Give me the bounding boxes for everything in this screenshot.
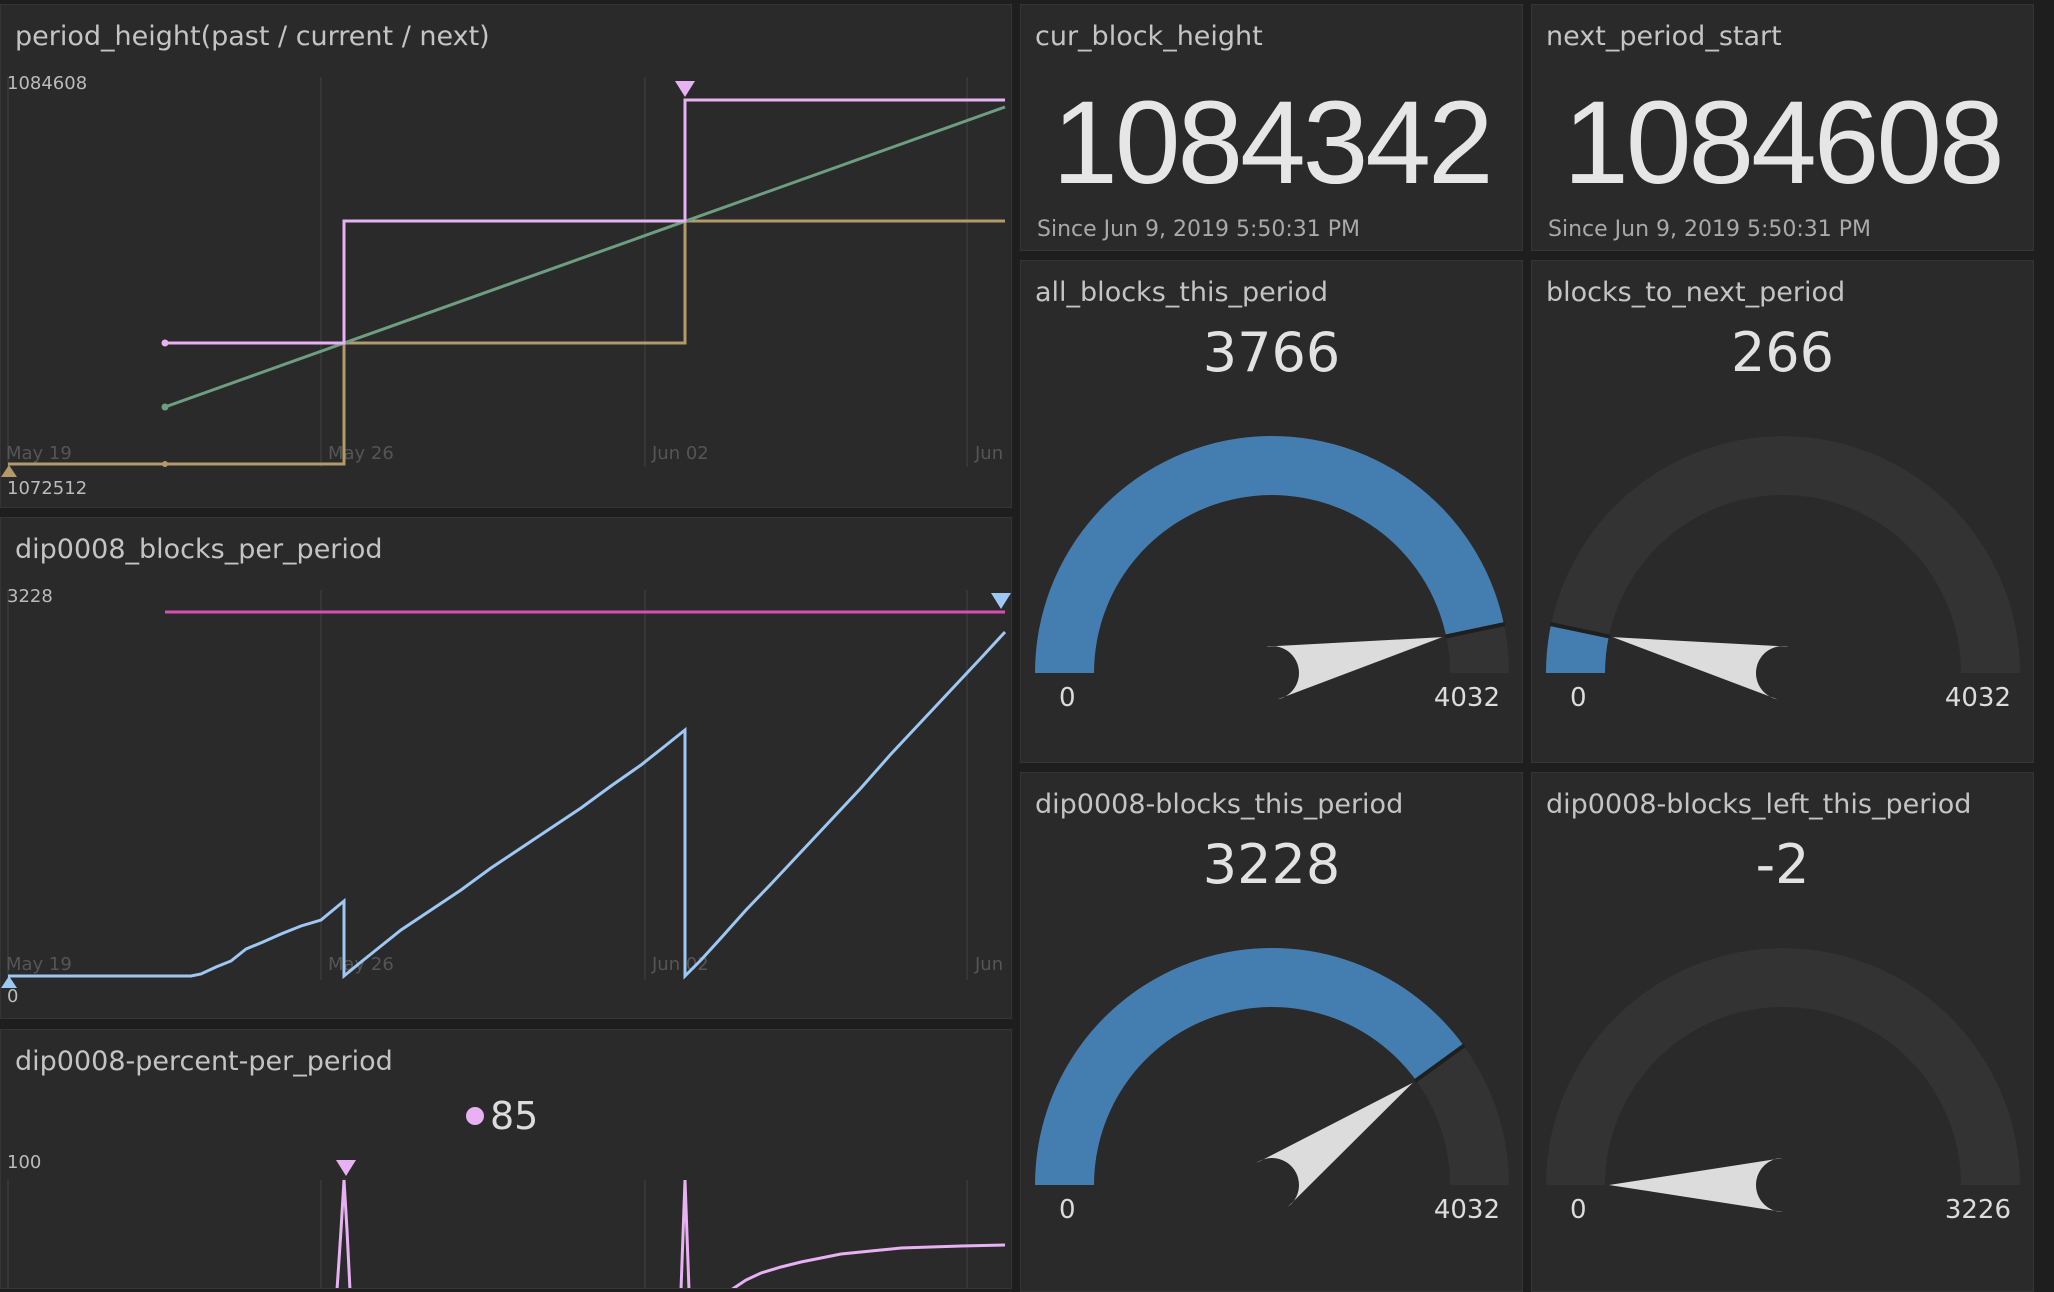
x-tick-label: May 26 xyxy=(328,954,394,975)
x-tick-label: Jun xyxy=(974,954,1003,975)
gauge-needle xyxy=(1256,1082,1413,1207)
gauge-max-label: 4032 xyxy=(1433,683,1500,713)
period-height-panel: period_height(past / current / next) 108… xyxy=(0,4,1012,508)
gauge-needle xyxy=(1612,637,1789,700)
series-blocks-line xyxy=(8,630,1007,980)
gauge-track xyxy=(1546,948,2020,1185)
gauge-needle xyxy=(1266,637,1443,700)
gauge-max-label: 3226 xyxy=(1944,1195,2011,1225)
x-tick-label: Jun 02 xyxy=(651,443,709,464)
x-tick-label: May 19 xyxy=(6,443,72,464)
gauge-min-label: 0 xyxy=(1059,1195,1076,1225)
cur-block-height-panel: cur_block_height 1084342 Since Jun 9, 20… xyxy=(1020,4,1523,251)
blocks-this-period-panel: dip0008-blocks_this_period 3228 0 4032 xyxy=(1020,772,1523,1292)
percent-chart[interactable]: 100 xyxy=(1,1030,1012,1289)
series-point xyxy=(161,403,169,411)
gauge-fill xyxy=(1035,948,1464,1185)
series-point xyxy=(161,339,169,347)
gauge-max-label: 4032 xyxy=(1944,683,2011,713)
y-max-label: 100 xyxy=(7,1152,41,1173)
x-tick-label: Jun xyxy=(974,443,1003,464)
x-tick-label: May 26 xyxy=(328,443,394,464)
max-marker xyxy=(675,81,695,97)
panel-title: cur_block_height xyxy=(1035,21,1263,52)
gauge-max-label: 4032 xyxy=(1433,1195,1500,1225)
min-marker xyxy=(1,976,17,988)
gauge-min-label: 0 xyxy=(1570,1195,1587,1225)
y-min-label: 0 xyxy=(7,986,18,1007)
all-blocks-this-period-panel: all_blocks_this_period 3766 0 4032 xyxy=(1020,260,1523,763)
y-min-label: 1072512 xyxy=(7,478,87,499)
since-timestamp: Since Jun 9, 2019 5:50:31 PM xyxy=(1037,217,1361,242)
x-tick-label: Jun 02 xyxy=(651,954,709,975)
blocks-per-period-panel: dip0008_blocks_per_period 3228 0 May 19 … xyxy=(0,517,1012,1019)
percent-per-period-panel: dip0008-percent-per_period 85 100 xyxy=(0,1029,1012,1289)
gauge-min-label: 0 xyxy=(1059,683,1076,713)
series-percent-line xyxy=(335,1179,352,1288)
min-marker xyxy=(1,465,17,477)
gauge-fill xyxy=(1035,436,1504,673)
max-marker xyxy=(991,593,1011,609)
since-timestamp: Since Jun 9, 2019 5:50:31 PM xyxy=(1548,217,1872,242)
gauge-min-label: 0 xyxy=(1570,683,1587,713)
max-marker xyxy=(336,1160,356,1176)
series-past-line xyxy=(8,219,1005,466)
series-point xyxy=(162,461,168,467)
series-percent-line xyxy=(679,1179,691,1288)
blocks-per-period-chart[interactable]: 3228 0 May 19 May 26 Jun 02 Jun xyxy=(1,518,1012,1019)
gauge-needle xyxy=(1609,1158,1783,1212)
stat-value: 1084608 xyxy=(1563,77,2004,209)
blocks-left-this-period-panel: dip0008-blocks_left_this_period -2 0 322… xyxy=(1531,772,2034,1292)
y-max-label: 1084608 xyxy=(7,73,87,94)
series-current-line xyxy=(164,105,1006,409)
x-tick-label: May 19 xyxy=(6,954,72,975)
panel-title: next_period_start xyxy=(1546,21,1782,52)
blocks-to-next-period-panel: blocks_to_next_period 266 0 4032 xyxy=(1531,260,2034,763)
series-percent-line xyxy=(731,1243,1006,1288)
stat-value: 1084342 xyxy=(1052,77,1493,209)
period-height-chart[interactable]: 1084608 1072512 May 19 May 26 Jun 02 Jun xyxy=(1,5,1012,508)
y-max-label: 3228 xyxy=(7,586,53,607)
next-period-start-panel: next_period_start 1084608 Since Jun 9, 2… xyxy=(1531,4,2034,251)
